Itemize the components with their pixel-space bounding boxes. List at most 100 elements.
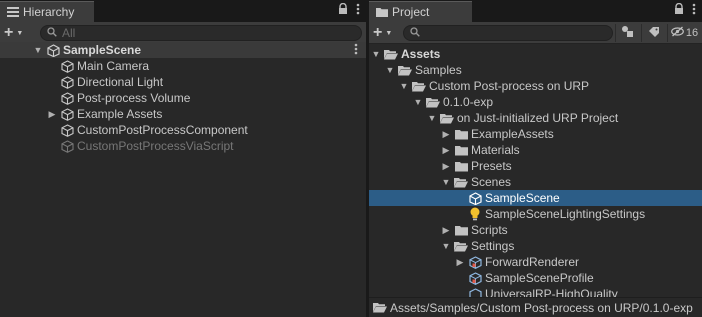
search-placeholder: All xyxy=(62,26,76,40)
folder-open-icon xyxy=(398,63,412,77)
folder-open-icon xyxy=(373,302,387,313)
project-search-input[interactable] xyxy=(403,25,613,41)
folder-open-icon xyxy=(412,79,426,93)
project-tree-item[interactable]: ▶ Materials xyxy=(369,142,702,158)
hierarchy-item-label: CustomPostProcessViaScript xyxy=(77,139,234,153)
project-tree-item[interactable]: ▶ ExampleAssets xyxy=(369,126,702,142)
create-button[interactable]: + ▼ xyxy=(4,24,36,42)
gameobject-icon xyxy=(60,75,74,89)
project-tree-label: Custom Post-process on URP xyxy=(429,79,590,93)
unity-scene-icon xyxy=(46,43,60,57)
folder-open-icon xyxy=(454,175,468,189)
project-path: Assets/Samples/Custom Post-process on UR… xyxy=(390,300,693,315)
shapes-icon xyxy=(621,25,634,41)
unity-scene-icon xyxy=(468,191,482,205)
project-path-bar: Assets/Samples/Custom Post-process on UR… xyxy=(369,297,702,317)
scene-row[interactable]: ▼ SampleScene xyxy=(0,42,366,58)
project-tree-label: Scripts xyxy=(471,223,508,237)
chevron-down-icon[interactable]: ▼ xyxy=(399,81,409,91)
project-toolbar: + ▼ 16 xyxy=(369,22,702,44)
tag-icon xyxy=(648,26,660,41)
project-tree-item-selected[interactable]: SampleScene xyxy=(369,190,702,206)
plus-icon: + xyxy=(4,24,14,41)
folder-open-icon xyxy=(426,95,440,109)
tab-project[interactable]: Project xyxy=(369,1,472,22)
hidden-count: 16 xyxy=(685,27,699,39)
chevron-down-icon: ▼ xyxy=(16,29,24,37)
project-tree-label: on Just-initialized URP Project xyxy=(457,111,619,125)
chevron-right-icon[interactable]: ▶ xyxy=(441,129,451,140)
folder-icon xyxy=(454,143,468,157)
hierarchy-search-input[interactable]: All xyxy=(40,25,362,41)
folder-icon xyxy=(454,127,468,141)
project-tree-label: Materials xyxy=(471,143,520,157)
hidden-packages-button[interactable]: 16 xyxy=(667,24,701,42)
chevron-down-icon[interactable]: ▼ xyxy=(371,49,381,59)
plus-icon: + xyxy=(373,24,383,41)
more-options-icon[interactable] xyxy=(354,43,358,58)
chevron-right-icon[interactable]: ▶ xyxy=(441,225,451,236)
chevron-right-icon[interactable]: ▶ xyxy=(47,109,57,120)
chevron-right-icon[interactable]: ▶ xyxy=(455,257,465,268)
project-tree-item[interactable]: ▼ Samples xyxy=(369,62,702,78)
project-tree-label: SampleSceneLightingSettings xyxy=(485,207,646,221)
gameobject-icon xyxy=(60,107,74,121)
lock-icon[interactable] xyxy=(674,2,684,18)
project-tree-item[interactable]: ▶ Scripts xyxy=(369,222,702,238)
hierarchy-panel: Hierarchy + ▼ All ▼ SampleScene Main Cam… xyxy=(0,0,366,317)
search-by-type-button[interactable] xyxy=(615,24,639,42)
search-icon xyxy=(47,26,57,40)
project-tree-item[interactable]: ▶ ForwardRenderer xyxy=(369,254,702,270)
more-options-icon[interactable] xyxy=(356,3,360,18)
project-tree-label: Presets xyxy=(471,159,512,173)
more-options-icon[interactable] xyxy=(692,3,696,18)
folder-icon xyxy=(376,6,388,18)
tab-hierarchy-label: Hierarchy xyxy=(23,5,75,19)
hierarchy-item-label: Example Assets xyxy=(77,107,163,121)
project-tree-item[interactable]: ▼ 0.1.0-exp xyxy=(369,94,702,110)
hierarchy-tabbar: Hierarchy xyxy=(0,0,366,22)
chevron-down-icon[interactable]: ▼ xyxy=(33,45,43,55)
project-tree-item[interactable]: ▼ Settings xyxy=(369,238,702,254)
search-by-label-button[interactable] xyxy=(641,24,665,42)
search-icon xyxy=(410,26,420,40)
chevron-down-icon[interactable]: ▼ xyxy=(427,113,437,123)
chevron-right-icon[interactable]: ▶ xyxy=(441,161,451,172)
project-tree-item[interactable]: ▼ Assets xyxy=(369,46,702,62)
project-tree-item[interactable]: ▼ Custom Post-process on URP xyxy=(369,78,702,94)
list-icon xyxy=(7,6,19,18)
project-tree-label: SampleSceneProfile xyxy=(485,271,594,285)
project-tree-item[interactable]: ▼ on Just-initialized URP Project xyxy=(369,110,702,126)
chevron-down-icon[interactable]: ▼ xyxy=(441,177,451,187)
hierarchy-item[interactable]: Main Camera xyxy=(0,58,366,74)
project-tree-label: SampleScene xyxy=(485,191,560,205)
chevron-down-icon[interactable]: ▼ xyxy=(441,241,451,251)
hierarchy-item-label: CustomPostProcessComponent xyxy=(77,123,248,137)
eye-slash-icon xyxy=(670,26,684,40)
gameobject-icon xyxy=(60,139,74,153)
project-tree-item[interactable]: ▼ Scenes xyxy=(369,174,702,190)
hierarchy-item[interactable]: Directional Light xyxy=(0,74,366,90)
lightbulb-icon xyxy=(468,207,482,221)
tab-hierarchy[interactable]: Hierarchy xyxy=(0,1,94,22)
project-tree-item[interactable]: SampleSceneProfile xyxy=(369,270,702,286)
scriptable-object-icon xyxy=(468,271,482,285)
chevron-right-icon[interactable]: ▶ xyxy=(441,145,451,156)
hierarchy-item[interactable]: CustomPostProcessViaScript xyxy=(0,138,366,154)
create-button[interactable]: + ▼ xyxy=(373,24,405,42)
gameobject-icon xyxy=(60,91,74,105)
folder-icon xyxy=(454,159,468,173)
hierarchy-item[interactable]: Post-process Volume xyxy=(0,90,366,106)
hierarchy-item[interactable]: CustomPostProcessComponent xyxy=(0,122,366,138)
folder-icon xyxy=(454,223,468,237)
hierarchy-item-label: Main Camera xyxy=(77,59,150,73)
chevron-down-icon[interactable]: ▼ xyxy=(385,65,395,75)
project-tree-item[interactable]: ▶ Presets xyxy=(369,158,702,174)
chevron-down-icon[interactable]: ▼ xyxy=(413,97,423,107)
folder-open-icon xyxy=(384,47,398,61)
lock-icon[interactable] xyxy=(338,2,348,18)
gameobject-icon xyxy=(60,123,74,137)
scriptable-object-icon xyxy=(468,255,482,269)
hierarchy-item[interactable]: ▶ Example Assets xyxy=(0,106,366,122)
project-tree-item[interactable]: SampleSceneLightingSettings xyxy=(369,206,702,222)
